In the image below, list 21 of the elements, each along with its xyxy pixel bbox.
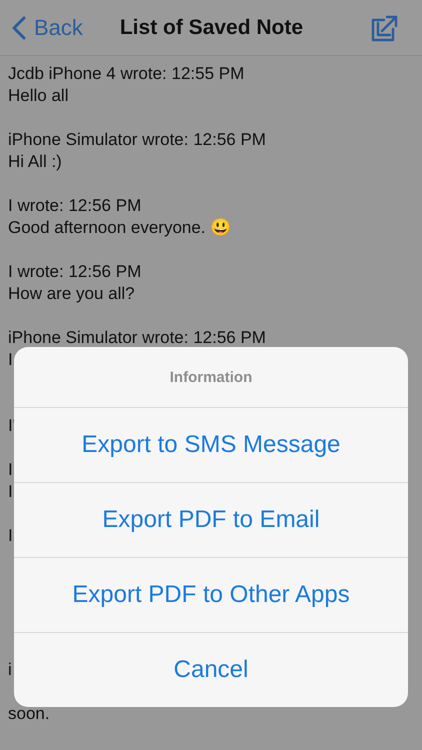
- action-button[interactable]: Export PDF to Other Apps: [14, 558, 408, 633]
- note-header: i: [8, 659, 12, 681]
- action-button[interactable]: Export to SMS Message: [14, 408, 408, 483]
- note-header: I wrote: 12:56 PM: [8, 195, 142, 217]
- screen-title: List of Saved Note: [120, 16, 304, 40]
- note-header: iPhone Simulator wrote: 12:56 PM: [8, 129, 266, 151]
- action-button[interactable]: Export PDF to Email: [14, 483, 408, 558]
- sheet-title: Information: [14, 347, 408, 408]
- note-text: Hi All :): [8, 151, 62, 173]
- note-header: I: [8, 459, 13, 481]
- note-text: Hello all: [8, 85, 68, 107]
- chevron-left-icon: [12, 16, 26, 40]
- note-text: I: [8, 349, 13, 371]
- note-header: Jcdb iPhone 4 wrote: 12:55 PM: [8, 63, 244, 85]
- note-header: I: [8, 525, 13, 547]
- back-button[interactable]: Back: [12, 14, 83, 40]
- note-text: I: [8, 481, 13, 503]
- note-text: Good afternoon everyone. 😃: [8, 217, 232, 239]
- note-text: How are you all?: [8, 283, 135, 305]
- note-header: iPhone Simulator wrote: 12:56 PM: [8, 327, 266, 349]
- note-header: I wrote: 12:56 PM: [8, 261, 142, 283]
